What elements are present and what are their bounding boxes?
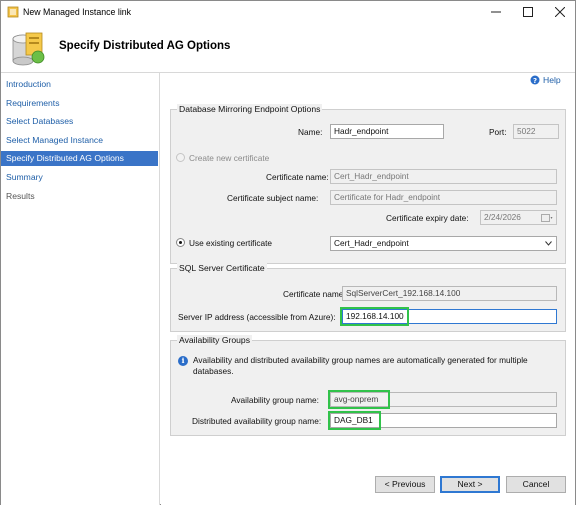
nav-item-requirements[interactable]: Requirements: [1, 96, 158, 111]
minimize-button[interactable]: [481, 1, 511, 23]
cert-subject-input[interactable]: Certificate for Hadr_endpoint: [330, 190, 557, 205]
wizard-header: Specify Distributed AG Options: [1, 23, 575, 73]
sql-cert-name-label: Certificate name:: [283, 289, 346, 299]
sql-certificate-group: SQL Server Certificate Certificate name:…: [170, 263, 566, 332]
endpoint-name-label: Name:: [298, 127, 323, 137]
port-label: Port:: [489, 127, 507, 137]
help-label: Help: [543, 75, 561, 85]
previous-button[interactable]: < Previous: [375, 476, 435, 493]
cert-name-label: Certificate name:: [266, 172, 329, 182]
next-button[interactable]: Next >: [440, 476, 500, 493]
endpoint-name-input[interactable]: Hadr_endpoint: [330, 124, 444, 139]
nav-item-specify-ag-options[interactable]: Specify Distributed AG Options: [1, 151, 158, 166]
wizard-nav: Introduction Requirements Select Databas…: [1, 73, 160, 505]
nav-item-select-managed-instance[interactable]: Select Managed Instance: [1, 133, 158, 148]
ag-name-highlight-box: [328, 390, 390, 409]
help-icon: ?: [530, 75, 540, 85]
existing-certificate-value: Cert_Hadr_endpoint: [334, 238, 409, 248]
availability-groups-group: Availability Groups i Availability and d…: [170, 335, 566, 436]
expiry-date-label: Certificate expiry date:: [386, 213, 469, 223]
window-title: New Managed Instance link: [23, 7, 132, 17]
ag-info-text: Availability and distributed availabilit…: [193, 355, 528, 376]
create-certificate-label: Create new certificate: [189, 153, 270, 163]
wizard-window: New Managed Instance link Specify Distri…: [0, 0, 576, 505]
use-existing-certificate-label: Use existing certificate: [189, 238, 273, 248]
cancel-button[interactable]: Cancel: [506, 476, 566, 493]
ip-highlight-box: [340, 307, 409, 326]
app-icon: [7, 6, 19, 18]
ag-name-label: Availability group name:: [231, 395, 319, 405]
nav-item-results: Results: [6, 191, 35, 201]
cert-subject-label: Certificate subject name:: [227, 193, 319, 203]
expiry-date-picker[interactable]: 2/24/2026: [480, 210, 557, 225]
server-ip-label: Server IP address (accessible from Azure…: [178, 312, 336, 322]
ag-group-label: Availability Groups: [177, 335, 253, 345]
close-button[interactable]: [545, 1, 575, 23]
nav-item-summary[interactable]: Summary: [1, 170, 158, 185]
sql-cert-name-input[interactable]: SqlServerCert_192.168.14.100: [342, 286, 557, 301]
endpoint-options-group: Database Mirroring Endpoint Options Name…: [170, 104, 566, 264]
dag-name-label: Distributed availability group name:: [192, 416, 322, 426]
existing-certificate-select[interactable]: Cert_Hadr_endpoint: [330, 236, 557, 251]
create-certificate-radio[interactable]: [176, 153, 185, 162]
maximize-button[interactable]: [513, 1, 543, 23]
minimize-icon: [491, 11, 501, 13]
main-panel: ? Help Database Mirroring Endpoint Optio…: [161, 73, 575, 505]
maximize-icon: [523, 7, 533, 17]
calendar-icon[interactable]: [541, 213, 553, 223]
sql-cert-group-label: SQL Server Certificate: [177, 263, 267, 273]
svg-text:?: ?: [533, 77, 537, 85]
expiry-date-value: 2/24/2026: [484, 212, 521, 222]
help-link[interactable]: ? Help: [530, 75, 561, 85]
database-stack-icon: [12, 32, 45, 66]
cert-name-input[interactable]: Cert_Hadr_endpoint: [330, 169, 557, 184]
title-bar: New Managed Instance link: [1, 1, 575, 23]
endpoint-group-label: Database Mirroring Endpoint Options: [177, 104, 323, 114]
chevron-down-icon: [545, 241, 552, 246]
page-title: Specify Distributed AG Options: [59, 40, 231, 52]
info-icon: i: [178, 356, 188, 366]
nav-item-select-databases[interactable]: Select Databases: [1, 114, 158, 129]
nav-item-introduction[interactable]: Introduction: [1, 77, 158, 92]
dag-name-highlight-box: [328, 411, 381, 430]
use-existing-certificate-radio[interactable]: [176, 238, 185, 247]
close-icon: [555, 7, 565, 17]
port-input[interactable]: 5022: [513, 124, 559, 139]
